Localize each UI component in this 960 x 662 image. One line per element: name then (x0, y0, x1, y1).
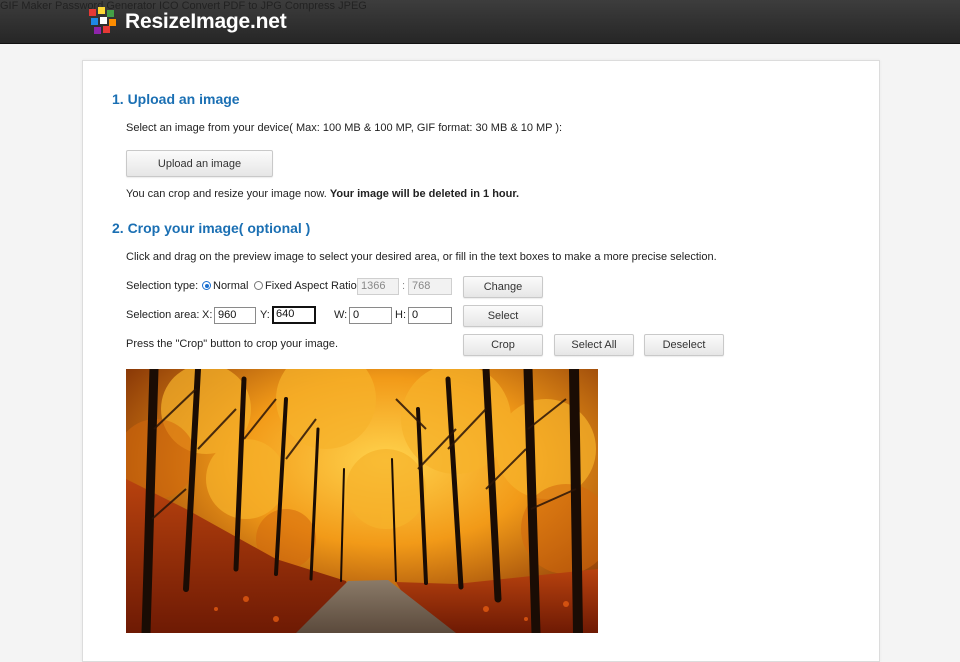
change-button[interactable]: Change (463, 276, 543, 298)
x-label: X: (202, 309, 213, 321)
selection-type-label: Selection type: (126, 280, 199, 292)
select-all-button[interactable]: Select All (554, 334, 634, 356)
nav-gif-maker[interactable]: GIF Maker (0, 0, 52, 12)
crop-button[interactable]: Crop (463, 334, 543, 356)
fixed-aspect-radio[interactable] (254, 281, 263, 290)
fixed-aspect-radio-label[interactable]: Fixed Aspect Ratio (265, 280, 357, 292)
crop-heading: 2. Crop your image( optional ) (112, 220, 311, 236)
top-navigation-bar: ResizeImage.net GIF Maker Password Gener… (0, 0, 960, 44)
y-input[interactable]: 640 (272, 306, 316, 324)
h-input[interactable]: 0 (408, 307, 452, 324)
site-name: ResizeImage.net (125, 10, 287, 33)
h-label: H: (395, 309, 406, 321)
upload-image-button[interactable]: Upload an image (126, 150, 273, 177)
ratio-width-input[interactable]: 1366 (357, 278, 399, 295)
crop-hint: Press the "Crop" button to crop your ima… (126, 338, 339, 350)
ratio-separator: : (402, 280, 406, 292)
upload-note-bold: Your image will be deleted in 1 hour. (329, 188, 520, 200)
crop-instructions: Click and drag on the preview image to s… (126, 251, 717, 263)
ratio-height-input[interactable]: 768 (408, 278, 452, 295)
deselect-button[interactable]: Deselect (644, 334, 724, 356)
normal-radio[interactable] (202, 281, 211, 290)
site-logo[interactable]: ResizeImage.net (88, 6, 287, 38)
normal-radio-label[interactable]: Normal (213, 280, 248, 292)
w-label: W: (334, 309, 348, 321)
autumn-forest-photo[interactable] (126, 369, 598, 633)
logo-icon (88, 7, 118, 37)
upload-heading: 1. Upload an image (112, 91, 240, 107)
nav-compress-jpeg[interactable]: Compress JPEG (285, 0, 367, 12)
selection-area-label: Selection area: (126, 309, 200, 321)
y-label: Y: (260, 309, 270, 321)
image-preview[interactable] (126, 369, 598, 633)
upload-instructions: Select an image from your device( Max: 1… (126, 122, 563, 134)
upload-note: You can crop and resize your image now. … (126, 188, 519, 200)
upload-note-text: You can crop and resize your image now. (126, 188, 330, 200)
x-input[interactable]: 960 (214, 307, 256, 324)
w-input[interactable]: 0 (349, 307, 392, 324)
select-button[interactable]: Select (463, 305, 543, 327)
